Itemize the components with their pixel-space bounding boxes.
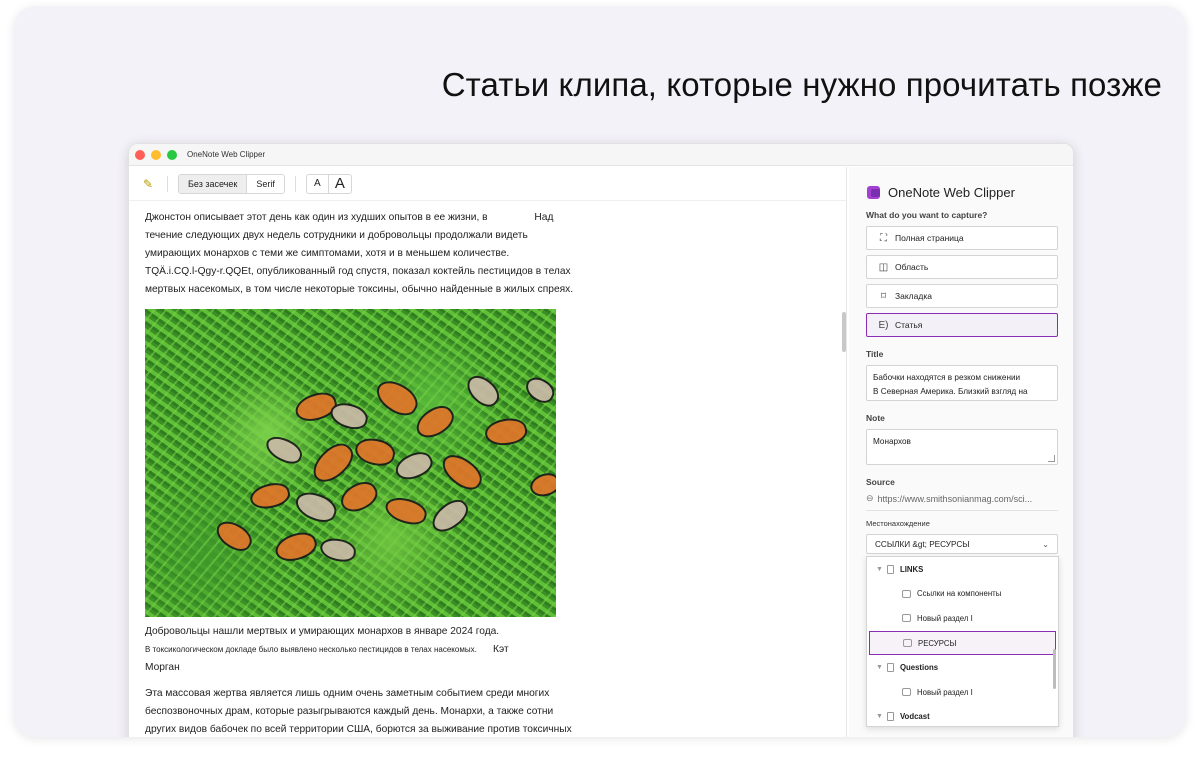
section-label: Новый раздел I [917,613,973,623]
notebook-label: Vodcast [899,712,930,722]
title-line: Бабочки находятся в резком снижении [873,373,1021,382]
tree-scrollbar[interactable] [1053,649,1056,689]
reader-toolbar: ✎ Без засечек Serif A A [129,167,846,201]
capture-label: What do you want to capture? [866,210,988,220]
photo-author-last: Морган [145,662,180,673]
section-icon [902,589,911,598]
location-label: Местонахождение [866,519,930,528]
highlighter-icon[interactable]: ✎ [143,177,157,191]
close-window-button[interactable] [135,149,145,160]
section-label: Ссылки на компоненты [917,589,1002,599]
monarch-butterflies-photo [145,309,556,617]
title-line: В Северная Америка. Близкий взгляд на [873,387,1028,396]
expand-triangle-icon: ▼ [876,713,883,721]
page-headline: Статьи клипа, которые нужно прочитать по… [441,66,1162,103]
title-field[interactable]: Бабочки находятся в резком снижении В Се… [866,365,1058,401]
article-paragraph: Эта массовая жертва является лишь одним … [145,685,830,737]
notebook-icon [886,663,894,673]
article-aside-word: Над [534,212,554,223]
title-label: Title [866,349,884,359]
capture-option-label: Область [895,262,929,272]
article-line: Джонстон описывает этот день как один из… [145,212,488,223]
capture-bookmark-button[interactable]: ⌑ Закладка [866,284,1058,308]
article-line: TQÄ.i.CQ.l-Qgy-r.QQEt, опубликованный го… [145,266,571,277]
section-label: РЕСУРСЫ [918,638,957,648]
source-url-text: https://www.smithsonianmag.com/sci... [877,493,1033,504]
photo-credit-text: В токсикологическом докладе было выявлен… [145,645,477,654]
photo-caption: Добровольцы нашли мертвых и умирающих мо… [145,626,500,637]
font-size-selector: A A [305,173,352,194]
article-line: течение следующих двух недель сотрудники… [145,230,528,241]
decrease-font-size-button[interactable]: A [307,174,329,193]
clipper-brand: OneNote Web Clipper [867,181,1058,203]
window-titlebar: OneNote Web Clipper [129,144,1073,166]
maximize-window-button[interactable] [167,149,177,160]
toolbar-divider [294,175,296,192]
region-icon: ◫ [878,261,889,273]
font-sans-button[interactable]: Без засечек [179,174,248,193]
capture-full-page-button[interactable]: ⛶ Полная страница [866,226,1058,250]
notebook-label: LINKS [899,564,924,574]
note-label: Note [866,413,885,423]
photo-author-first: Кэт [493,644,509,655]
increase-font-size-button[interactable]: A [329,175,351,193]
source-label: Source [866,477,895,487]
photo-credit-line: В токсикологическом докладе было выявлен… [145,641,830,659]
article-line: других видов бабочек по всей территории … [145,724,572,735]
bookmark-icon: ⌑ [880,290,887,302]
expand-triangle-icon: ▼ [876,664,883,672]
capture-option-label: Полная страница [895,233,964,243]
article-line: умирающих монархов с теми же симптомами,… [145,248,510,259]
note-text: Монархов [873,437,911,446]
chevron-down-icon: ⌄ [1042,539,1049,549]
article-reader-pane[interactable]: ✎ Без засечек Serif A A Джонстон описыва… [129,167,847,737]
app-window: OneNote Web Clipper ✎ Без засечек Serif … [128,143,1074,737]
notebook-label: Questions [899,663,939,673]
expand-triangle-icon: ▼ [876,565,883,573]
capture-region-button[interactable]: ◫ Область [866,255,1058,279]
link-icon: ⊖ [866,493,874,503]
font-selector: Без засечек Serif [178,173,285,194]
section-label: Новый раздел I [917,687,973,697]
section-item-selected[interactable]: РЕСУРСЫ [869,630,1056,656]
article-line: мертвых насекомых, в том числе некоторые… [145,284,574,295]
clipper-brand-name: OneNote Web Clipper [888,184,1015,200]
article-paragraph: Джонстон описывает этот день как один из… [145,209,830,299]
notebook-item-questions[interactable]: ▼ Questions [867,655,1058,680]
section-icon [902,688,911,697]
window-title: OneNote Web Clipper [187,150,266,159]
onenote-logo-icon [867,185,880,199]
toolbar-divider [167,175,168,192]
source-url[interactable]: ⊖ https://www.smithsonianmag.com/sci... [866,493,1058,511]
capture-option-label: Закладка [895,291,932,301]
section-icon [902,614,911,623]
full-page-icon: ⛶ [880,232,887,244]
minimize-window-button[interactable] [151,149,161,160]
location-dropdown[interactable]: ССЫЛКИ &gt; РЕСУРСЫ ⌄ [866,534,1058,554]
notebook-icon [886,712,894,722]
capture-option-label: Статья [895,320,923,330]
clipper-panel: OneNote Web Clipper What do you want to … [849,167,1073,737]
note-field[interactable]: Монархов [866,429,1058,465]
capture-article-button[interactable]: E) Статья [866,313,1058,337]
notebook-item-vodcast[interactable]: ▼ Vodcast [867,705,1058,726]
font-serif-button[interactable]: Serif [247,174,284,193]
article-line: Эта массовая жертва является лишь одним … [145,688,550,699]
location-tree: ▼ LINKS Ссылки на компоненты Новый разде… [866,556,1059,727]
location-value: ССЫЛКИ &gt; РЕСУРСЫ [875,539,970,549]
section-item[interactable]: Ссылки на компоненты [867,582,1058,607]
background-card: Статьи клипа, которые нужно прочитать по… [14,6,1186,737]
article-icon: E) [878,319,889,331]
section-item[interactable]: Новый раздел I [867,680,1058,705]
notebook-icon [886,564,894,574]
reader-scrollbar[interactable] [842,312,846,352]
article-content: Джонстон описывает этот день как один из… [129,201,846,737]
article-line: беспозвоночных драм, которые разыгрывают… [145,706,554,717]
notebook-item-links[interactable]: ▼ LINKS [867,557,1058,582]
section-item[interactable]: Новый раздел I [867,606,1058,631]
section-icon [903,639,912,648]
